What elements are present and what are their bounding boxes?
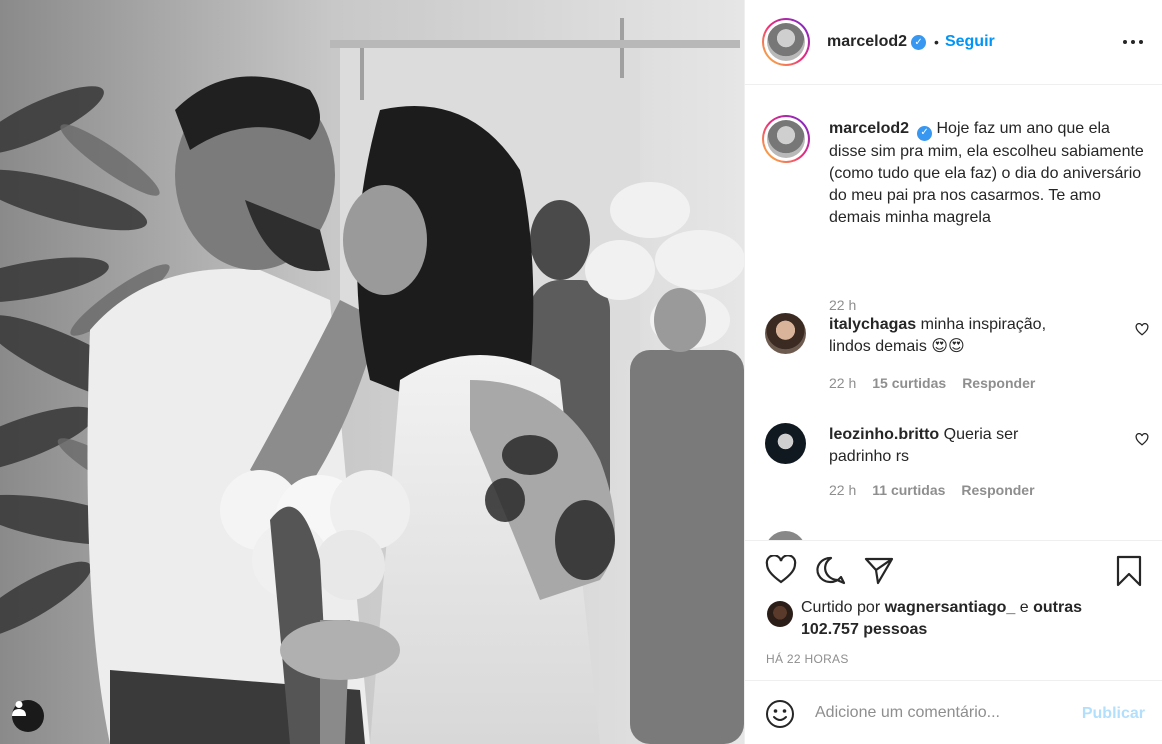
emoji-icon[interactable] [765, 699, 795, 729]
comment-meta: 22 h 15 curtidas Responder [829, 375, 1035, 391]
comment-icon[interactable] [815, 555, 847, 585]
publish-button[interactable]: Publicar [1082, 705, 1145, 723]
comment-input[interactable] [815, 695, 1065, 731]
post-side-panel: marcelod2 ✓ • Seguir marcelod2 ✓ Hoje faz… [744, 0, 1162, 744]
liked-by-joiner: e [1019, 599, 1029, 616]
verified-icon: ✓ [917, 125, 933, 141]
separator-dot: • [934, 34, 939, 50]
post-actions: Curtido por wagnersantiago_ e outras 102… [745, 540, 1162, 680]
author-username[interactable]: marcelod2 [827, 33, 907, 51]
post-photo[interactable] [0, 0, 744, 744]
comment-meta: 22 h 11 curtidas Responder [829, 482, 1035, 498]
user-tag-icon [12, 701, 26, 716]
comments-list[interactable]: marcelod2 ✓ Hoje faz um ano que ela disse… [745, 85, 1162, 540]
liked-by-prefix: Curtido por [801, 599, 881, 616]
liker-avatar[interactable] [767, 601, 793, 627]
add-comment-bar: Publicar [745, 680, 1162, 744]
comment-time[interactable]: 22 h [829, 375, 856, 391]
comment-time[interactable]: 22 h [829, 482, 856, 498]
post-timestamp[interactable]: Há 22 horas [766, 652, 849, 666]
author-avatar[interactable] [762, 18, 810, 66]
commenter-avatar[interactable] [765, 313, 806, 354]
comment-username[interactable]: italychagas [829, 316, 916, 333]
liker-username[interactable]: wagnersantiago_ [885, 599, 1016, 616]
heart-icon[interactable] [1135, 323, 1149, 336]
liked-by-text: Curtido por wagnersantiago_ e outras 102… [801, 597, 1131, 641]
wedding-photo [0, 0, 744, 744]
heart-icon[interactable] [765, 555, 797, 585]
commenter-avatar[interactable] [765, 531, 806, 540]
reply-button[interactable]: Responder [962, 375, 1035, 391]
bookmark-icon[interactable] [1115, 555, 1143, 587]
follow-button[interactable]: Seguir [945, 33, 995, 51]
share-icon[interactable] [863, 555, 895, 585]
comment-text: italychagas minha inspiração, lindos dem… [829, 314, 1079, 358]
comment-likes[interactable]: 11 curtidas [872, 482, 945, 498]
heart-icon[interactable] [1135, 433, 1149, 446]
caption-time[interactable]: 22 h [829, 297, 856, 313]
user-tag-button[interactable] [12, 700, 44, 732]
post-header: marcelod2 ✓ • Seguir [745, 0, 1162, 85]
comment-username[interactable]: leozinho.britto [829, 426, 939, 443]
more-options-icon[interactable] [1123, 30, 1143, 54]
caption-text: marcelod2 ✓ Hoje faz um ano que ela disse… [829, 118, 1147, 229]
reply-button[interactable]: Responder [961, 482, 1034, 498]
verified-icon: ✓ [911, 34, 927, 50]
comment-text: leozinho.britto Queria ser padrinho rs [829, 424, 1079, 468]
author-info: marcelod2 ✓ • Seguir [827, 33, 995, 51]
commenter-avatar[interactable] [765, 423, 806, 464]
caption-username[interactable]: marcelod2 [829, 120, 909, 137]
comment-likes[interactable]: 15 curtidas [872, 375, 946, 391]
caption-avatar[interactable] [762, 115, 810, 163]
